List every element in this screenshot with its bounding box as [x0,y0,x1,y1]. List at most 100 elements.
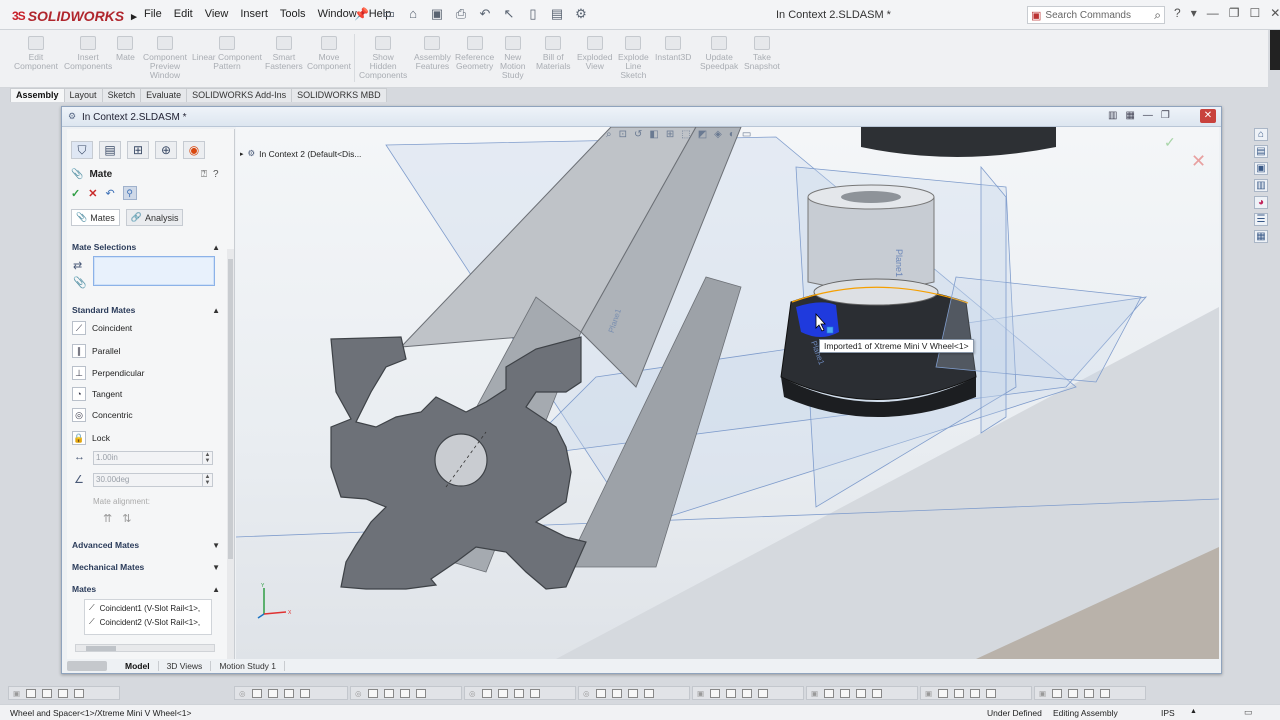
file-properties-icon[interactable]: ▤ [548,6,566,22]
move-component-button[interactable]: Move Component [307,36,351,71]
keep-visible-pin-icon[interactable]: ⚲ [122,186,137,200]
tab-3d-views[interactable]: 3D Views [159,661,212,671]
zoom-to-fit-icon[interactable]: ⌕ [606,129,612,140]
mate-concentric[interactable]: ◎ Concentric [72,407,133,423]
mate-parallel[interactable]: ∥ Parallel [72,343,120,359]
units-dropdown-icon[interactable]: ▲ [1190,708,1197,715]
mate-perpendicular[interactable]: ⊥ Perpendicular [72,365,144,381]
expand-chevron-icon[interactable]: ▼ [212,541,220,550]
tab-layout[interactable]: Layout [63,88,103,102]
aligned-icon[interactable]: ⇈ [103,512,112,525]
open-doc-thumb[interactable]: ▣ [806,686,918,700]
status-units[interactable]: IPS [1161,708,1175,718]
bill-of-materials-button[interactable]: Bill of Materials [536,36,570,71]
feature-manager-tab-icon[interactable]: ⛉ [71,141,93,159]
menu-file[interactable]: File [138,8,168,20]
edit-appearance-icon[interactable]: ◐ [729,129,735,140]
section-advanced-mates[interactable]: Advanced Mates ▼ [72,538,220,552]
home-icon[interactable]: ⌂ [1254,128,1268,141]
cancel-x-icon[interactable]: ✕ [88,187,97,200]
print-icon[interactable]: ⎙ [452,6,470,22]
list-item[interactable]: ⟋ Coincident1 (V-Slot Rail<1>, [89,603,200,613]
horizontal-scrollbar[interactable] [75,644,215,652]
section-mates[interactable]: Mates ▲ [72,582,220,596]
linear-component-pattern-button[interactable]: Linear Component Pattern [192,36,262,71]
open-doc-thumb[interactable]: ◎ [464,686,576,700]
dynamic-annotation-icon[interactable]: ⊞ [666,129,674,140]
open-doc-thumb[interactable]: ▣ [920,686,1032,700]
pm-help-icon[interactable]: ? [213,169,219,180]
section-view-icon[interactable]: ◧ [649,129,658,140]
close-icon[interactable]: ✕ [1270,6,1280,20]
component-preview-window-button[interactable]: Component Preview Window [143,36,187,80]
property-manager-tab-icon[interactable]: ▤ [99,141,121,159]
resources-icon[interactable]: ▤ [1254,145,1268,158]
show-hidden-components-button[interactable]: Show Hidden Components [359,36,407,80]
mates-list[interactable]: ⟋ Coincident1 (V-Slot Rail<1>, ⟋ Coinciden… [84,599,212,635]
search-icon[interactable]: ⌕ [1154,8,1161,23]
design-library-icon[interactable]: ▣ [1254,162,1268,175]
open-doc-thumb[interactable]: ▣ [8,686,120,700]
tab-sketch[interactable]: Sketch [101,88,142,102]
open-doc-thumb[interactable]: ▣ [692,686,804,700]
new-motion-study-button[interactable]: New Motion Study [500,36,526,80]
doc-restore-icon[interactable]: ❐ [1161,110,1170,121]
options-gear-icon[interactable]: ⚙ [572,6,590,22]
entities-to-mate-field[interactable] [93,256,215,286]
custom-properties-icon[interactable]: ☰ [1254,213,1268,226]
whats-wrong-icon[interactable]: ⍰ [201,169,207,180]
tab-analysis[interactable]: 🔗 Analysis [125,209,184,226]
anti-aligned-icon[interactable]: ⇅ [122,512,131,525]
vertical-scrollbar[interactable] [227,249,234,659]
exploded-view-button[interactable]: Exploded View [577,36,612,71]
forum-icon[interactable]: ▦ [1254,230,1268,243]
select-icon[interactable]: ↖ [500,6,518,22]
section-mechanical-mates[interactable]: Mechanical Mates ▼ [72,560,220,574]
restore-icon[interactable]: ❐ [1229,6,1240,20]
collapse-chevron-icon[interactable]: ▲ [212,243,220,252]
open-doc-thumb[interactable]: ▣ [1034,686,1146,700]
open-doc-thumb[interactable]: ◎ [234,686,348,700]
display-style-icon[interactable]: ◩ [698,129,707,140]
hide-show-icon[interactable]: ◈ [714,129,722,140]
configuration-manager-tab-icon[interactable]: ⊞ [127,141,149,159]
solidworks-logo[interactable]: 3S SOLIDWORKS ▸ [12,5,137,27]
undo-icon[interactable]: ↶ [476,6,494,22]
previous-view-icon[interactable]: ↺ [634,129,642,140]
scrollbar-thumb[interactable] [228,259,233,559]
open-icon[interactable]: ⌂ [404,6,422,22]
tab-evaluate[interactable]: Evaluate [140,88,188,102]
expand-arrow-icon[interactable]: ▸ [240,150,244,158]
help-icon[interactable]: ? [1174,6,1181,20]
view-orientation-icon[interactable]: ⬚ [681,129,690,140]
view-settings-icon[interactable]: ▭ [742,129,751,140]
angle-input[interactable]: 30.00deg ▲ ▼ [93,473,213,487]
tab-motion-study[interactable]: Motion Study 1 [211,661,286,671]
tab-assembly[interactable]: Assembly [10,88,65,102]
collapse-chevron-icon[interactable]: ▲ [212,585,220,594]
save-icon[interactable]: ▣ [428,6,446,22]
doc-close-icon[interactable]: ✕ [1200,109,1216,123]
take-snapshot-button[interactable]: Take Snapshot [744,36,780,71]
explode-line-sketch-button[interactable]: Explode Line Sketch [618,36,649,80]
undo-mate-icon[interactable]: ↶ [105,187,114,200]
instant3d-button[interactable]: Instant3D [655,36,691,62]
user-icon[interactable]: ▾ [1191,6,1197,20]
menu-tools[interactable]: Tools [274,8,312,20]
rebuild-icon[interactable]: ▯ [524,6,542,22]
tab-model[interactable]: Model [117,661,159,671]
display-manager-tab-icon[interactable]: ◉ [183,141,205,159]
pin-icon[interactable]: 📌 [354,7,369,21]
scrollbar-thumb[interactable] [86,646,116,651]
maximize-icon[interactable]: ☐ [1249,6,1260,20]
section-standard-mates[interactable]: Standard Mates ▲ [72,303,220,317]
collapse-chevron-icon[interactable]: ▲ [212,306,220,315]
appearances-icon[interactable]: ◕ [1254,196,1268,209]
minimize-icon[interactable]: — [1207,6,1219,20]
edit-component-button[interactable]: Edit Component [14,36,58,71]
open-doc-thumb[interactable]: ◎ [350,686,462,700]
mate-tangent[interactable]: ◔ Tangent [72,386,122,402]
assembly-features-button[interactable]: Assembly Features [414,36,451,71]
open-doc-thumb[interactable]: ◎ [578,686,690,700]
dimxpert-tab-icon[interactable]: ⊕ [155,141,177,159]
